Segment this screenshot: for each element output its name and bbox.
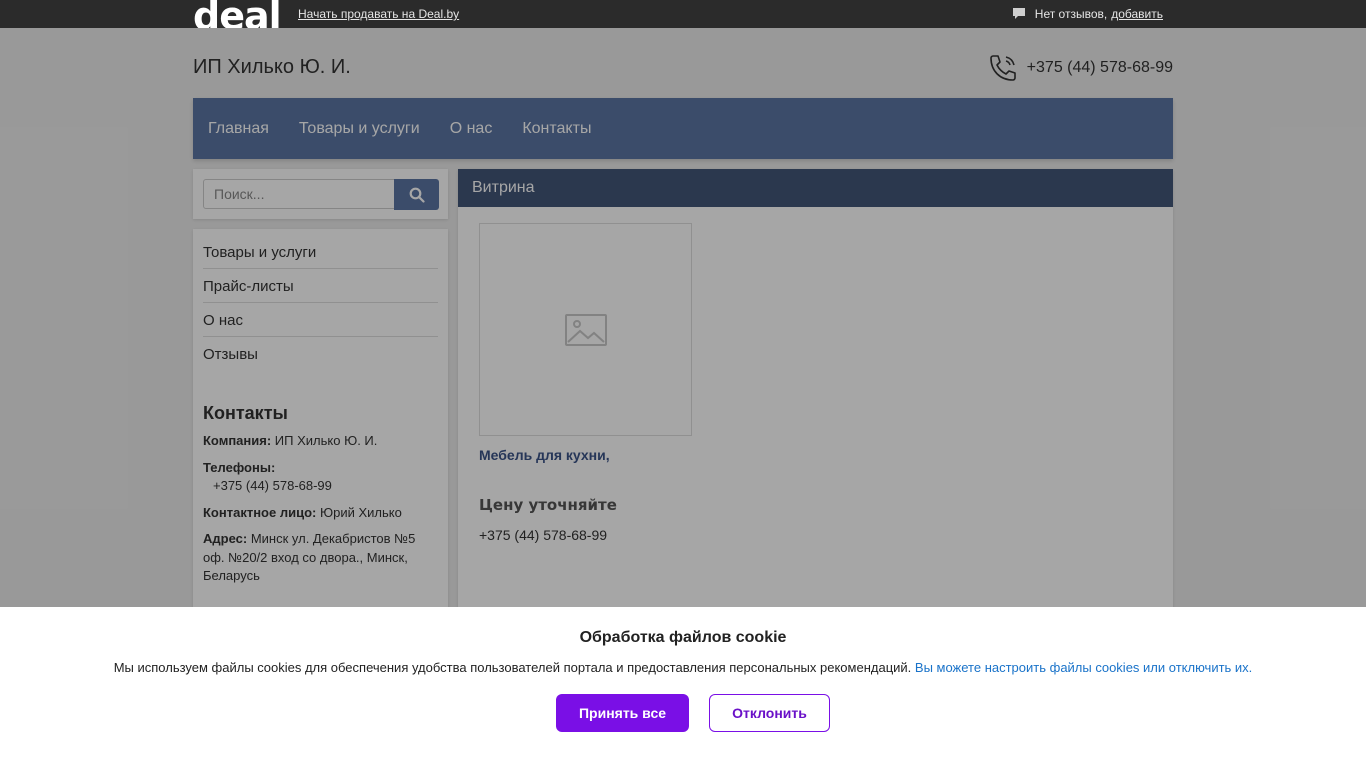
cookie-text: Мы используем файлы cookies для обеспече… [0,660,1366,675]
cookie-title: Обработка файлов cookie [579,629,787,646]
comment-icon [1012,7,1026,21]
decline-button[interactable]: Отклонить [709,694,830,732]
top-bar: deal Начать продавать на Deal.by Нет отз… [0,0,1366,28]
cookie-settings-link[interactable]: Вы можете настроить файлы cookies или от… [915,660,1252,675]
accept-all-button[interactable]: Принять все [556,694,689,732]
add-review-link[interactable]: добавить [1111,7,1163,21]
reviews-text: Нет отзывов, [1034,7,1108,21]
reviews-info: Нет отзывов, добавить [1012,7,1163,21]
cookie-description: Мы используем файлы cookies для обеспече… [113,660,912,675]
cookie-banner: Обработка файлов cookie Мы используем фа… [0,607,1366,768]
deal-logo[interactable]: deal [193,0,281,28]
start-selling-link[interactable]: Начать продавать на Deal.by [298,7,459,21]
